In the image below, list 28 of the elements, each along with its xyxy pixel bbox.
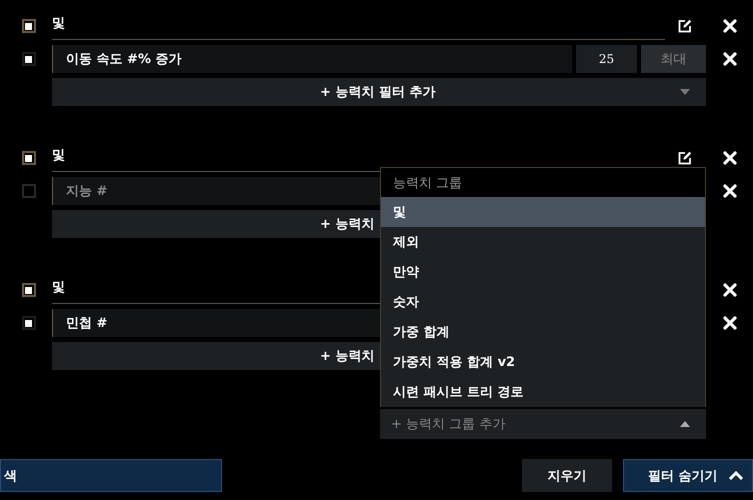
checkbox[interactable] [22,316,36,330]
clear-button[interactable]: 지우기 [522,459,612,492]
close-icon[interactable] [722,19,736,33]
filter-field[interactable]: 이동 속도 #% 증가 [52,45,572,73]
edit-icon[interactable] [678,19,692,33]
dropdown-header: 능력치 그룹 [380,167,706,197]
menu-item[interactable]: 시련 패시브 트리 경로 [381,377,705,407]
close-icon[interactable] [722,184,736,198]
hide-filters-button[interactable]: 필터 숨기기 [623,459,753,492]
checkbox[interactable] [22,151,36,165]
close-icon[interactable] [722,151,736,165]
checkbox[interactable] [22,19,36,33]
edit-icon[interactable] [678,151,692,165]
checkbox[interactable] [22,283,36,297]
min-field[interactable]: 25 [576,45,637,73]
checkbox[interactable] [22,184,36,198]
close-icon[interactable] [722,316,736,330]
add-filter-button[interactable]: + 능력치 필터 추가 [52,78,706,106]
max-field[interactable]: 최대 [641,45,706,73]
chevron-up-icon [728,470,744,480]
close-icon[interactable] [722,283,736,297]
group-label: 및 [52,12,665,40]
search-button[interactable]: 색 [0,459,222,492]
add-group-button[interactable]: + 능력치 그룹 추가 [380,409,706,439]
close-icon[interactable] [722,52,736,66]
menu-item[interactable]: 및 [381,197,705,227]
caret-icon [680,421,690,427]
checkbox[interactable] [22,52,36,66]
